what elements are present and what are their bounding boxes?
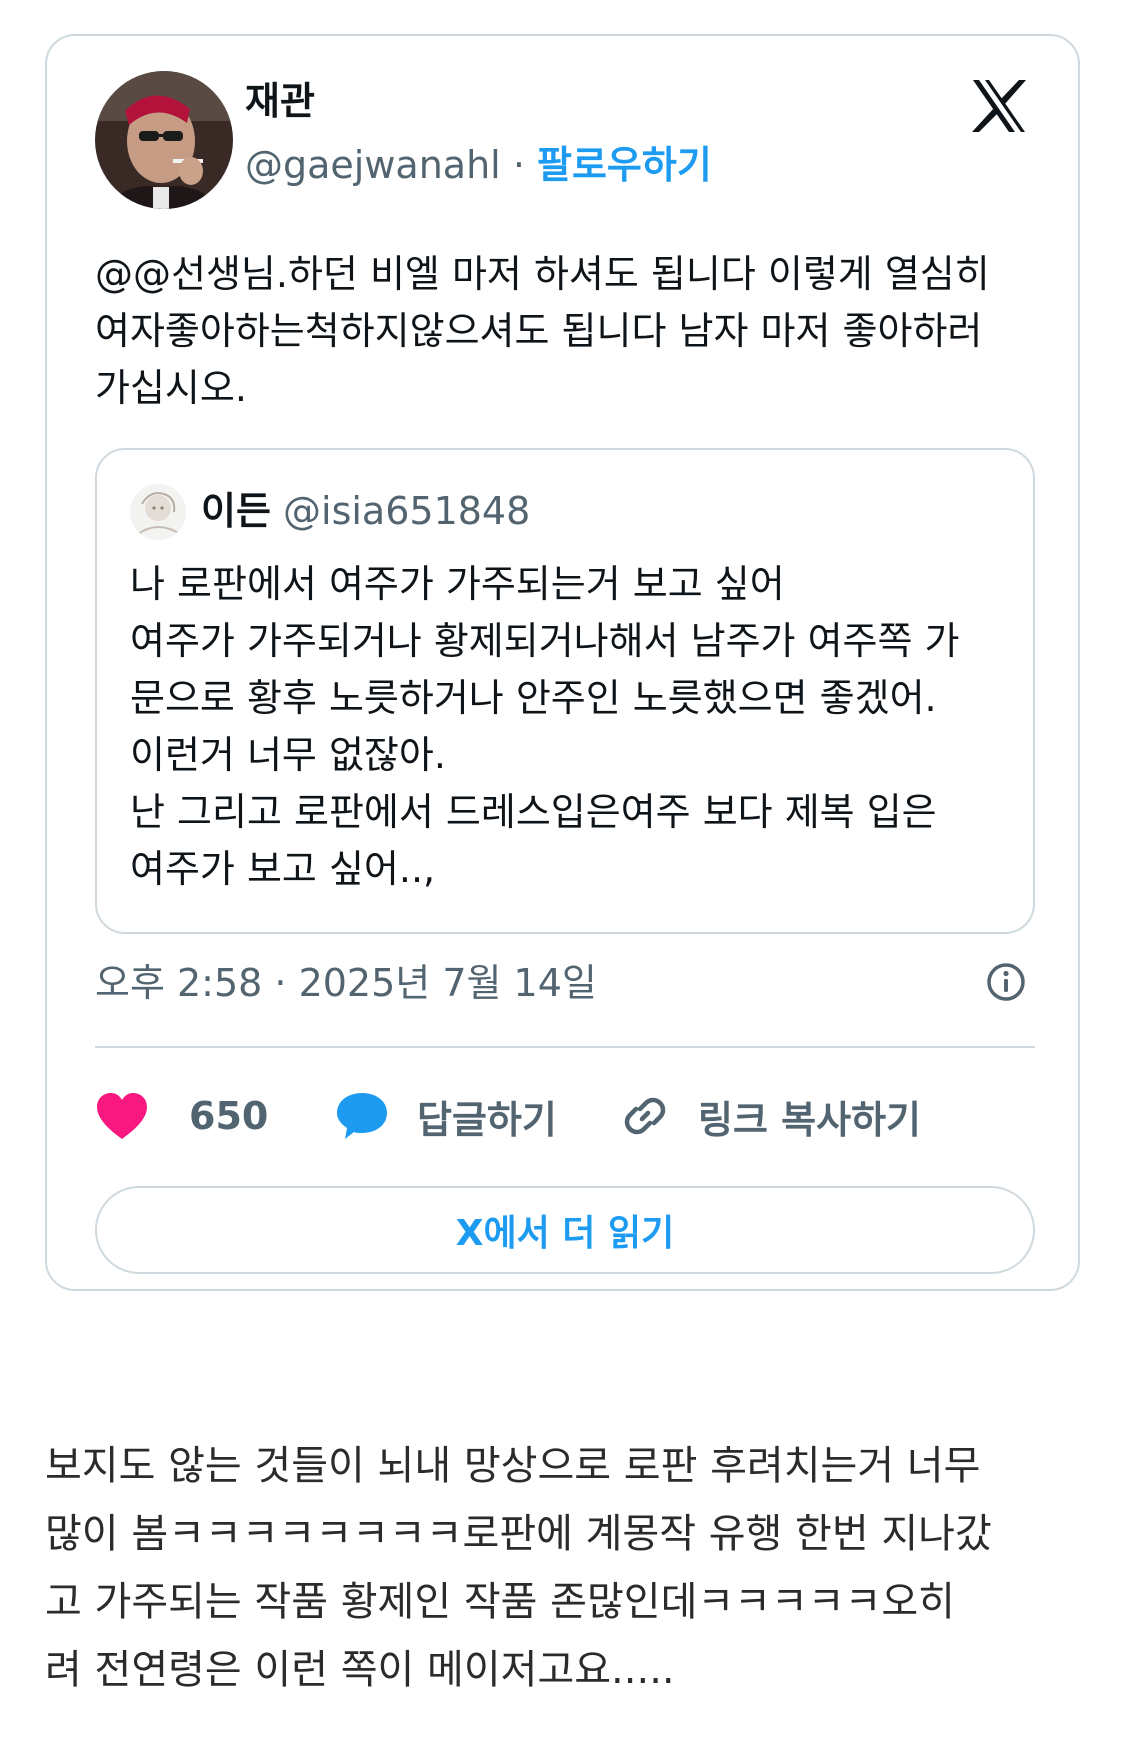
post-body-text: 보지도 않는 것들이 뇌내 망상으로 로판 후려치는거 너무 많이 봄ㅋㅋㅋㅋㅋ… (45, 1443, 992, 1693)
follow-button[interactable]: 팔로우하기 (537, 143, 712, 187)
link-icon (624, 1097, 666, 1135)
embedded-tweet-card: 재관 @gaejwanahl · 팔로우하기 @@선생님.하던 비엘 마저 하셔… (45, 34, 1080, 1291)
copy-link-label: 링크 복사하기 (698, 1097, 921, 1142)
reply-label: 답글하기 (417, 1097, 557, 1142)
author-handle-row: @gaejwanahl · 팔로우하기 (245, 146, 712, 184)
reply-button[interactable]: 답글하기 (335, 1076, 557, 1156)
info-icon[interactable] (984, 960, 1028, 1004)
quoted-author-name: 이든 (201, 489, 271, 533)
author-name[interactable]: 재관 (245, 82, 315, 120)
tweet-actions: 650 답글하기 링크 복사하기 (95, 1076, 1035, 1156)
quoted-tweet-text: 나 로판에서 여주가 가주되는거 보고 싶어 여주가 가주되거나 황제되거나해서… (130, 562, 960, 891)
author-handle[interactable]: @gaejwanahl (245, 143, 501, 187)
quoted-author-row: 이든 @isia651848 (201, 492, 530, 530)
x-logo-icon[interactable] (969, 76, 1029, 136)
speech-bubble-icon (337, 1093, 387, 1139)
heart-icon (97, 1093, 147, 1139)
quoted-author-avatar (130, 484, 186, 540)
separator-dot: · (512, 143, 525, 187)
quoted-tweet-card[interactable]: 이든 @isia651848 나 로판에서 여주가 가주되는거 보고 싶어 여주… (95, 448, 1035, 934)
like-button[interactable]: 650 (95, 1076, 268, 1156)
like-count: 650 (189, 1094, 269, 1138)
read-more-on-x-button[interactable]: X에서 더 읽기 (95, 1186, 1035, 1274)
copy-link-button[interactable]: 링크 복사하기 (620, 1076, 921, 1156)
tweet-text: @@선생님.하던 비엘 마저 하셔도 됩니다 이렇게 열심히 여자좋아하는척하지… (95, 252, 990, 410)
author-avatar[interactable] (95, 71, 233, 209)
divider (95, 1046, 1035, 1048)
tweet-timestamp[interactable]: 오후 2:58 · 2025년 7월 14일 (95, 964, 597, 1002)
quoted-author-handle: @isia651848 (283, 489, 531, 533)
